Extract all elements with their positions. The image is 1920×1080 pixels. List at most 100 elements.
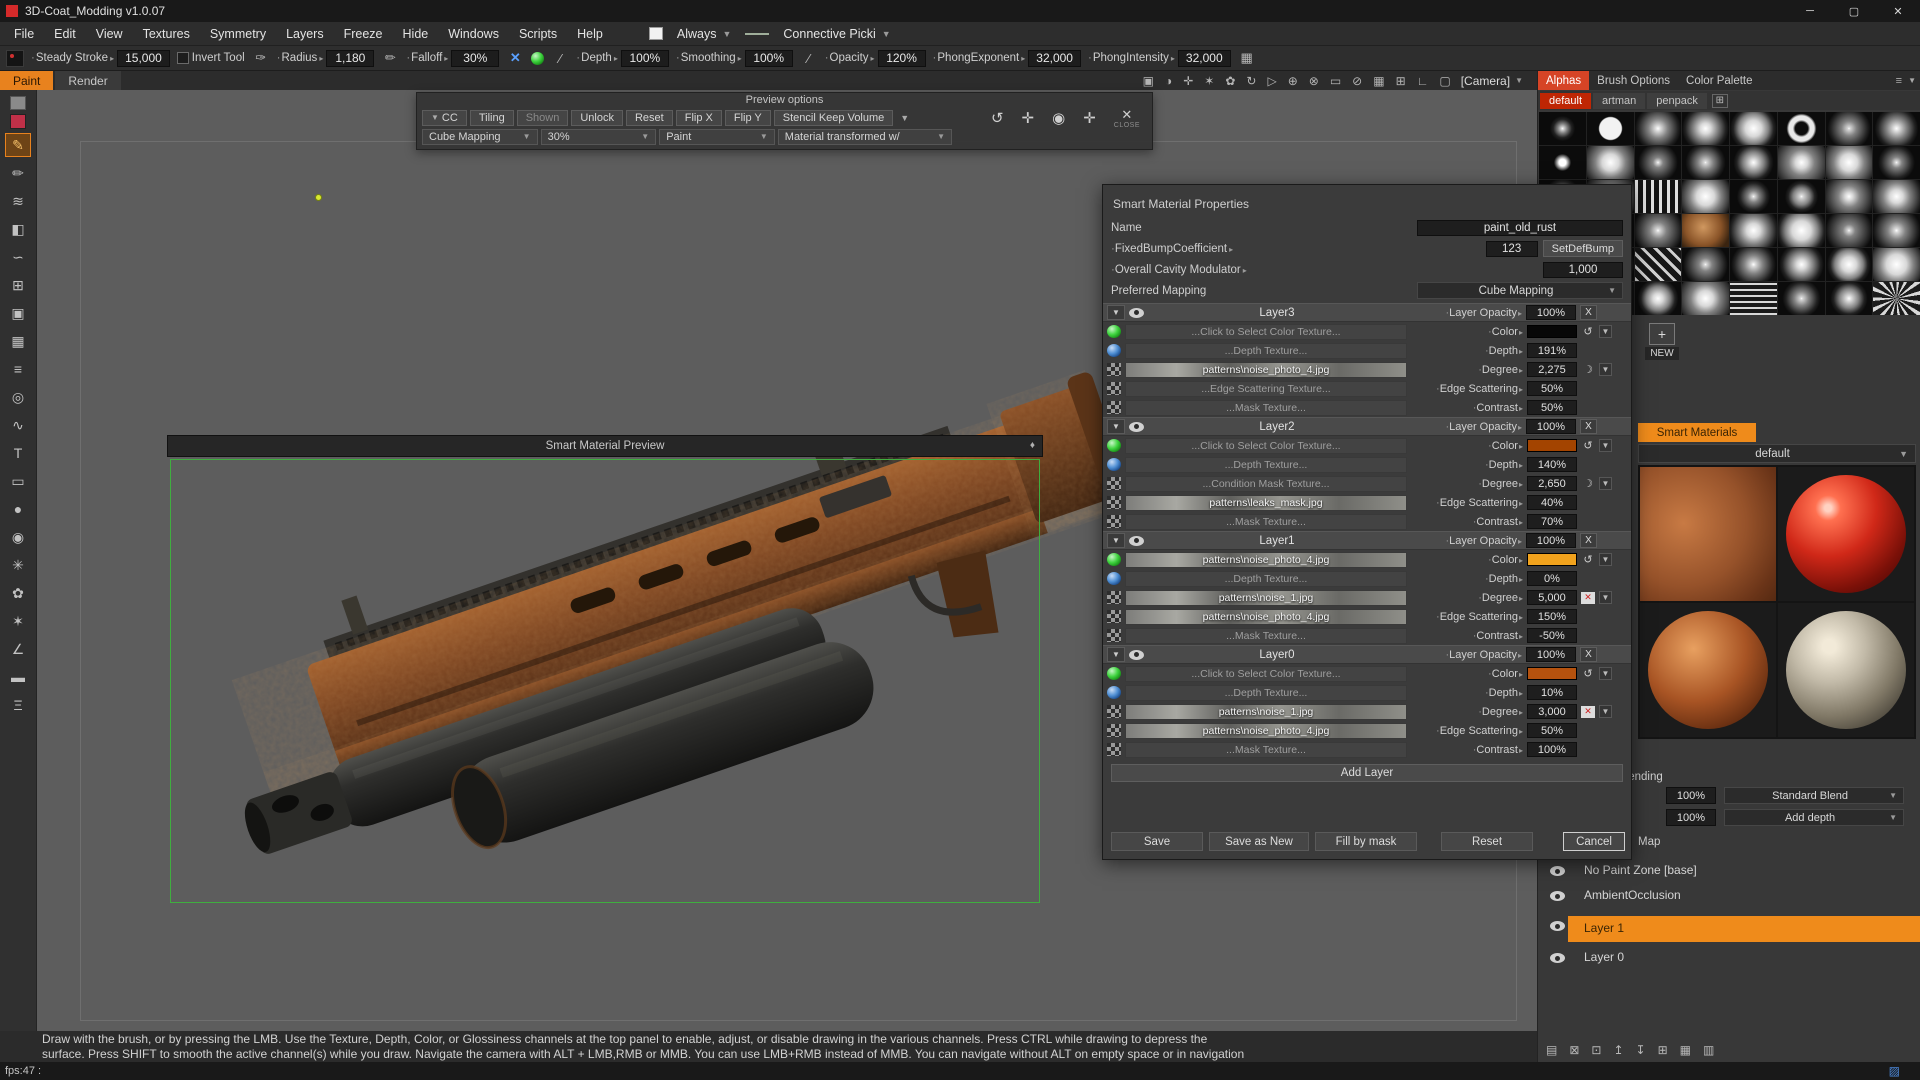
delete-layer-icon[interactable]: X (1580, 647, 1597, 662)
texture-thumbnail[interactable]: patterns\noise_1.jpg (1125, 703, 1407, 720)
ribbon-tool[interactable]: ✿ (5, 581, 31, 605)
green-sphere-icon[interactable] (531, 51, 545, 65)
depth-value[interactable]: 10% (1527, 685, 1577, 700)
current-alpha-chip[interactable] (10, 96, 26, 110)
menu-item-freeze[interactable]: Freeze (334, 24, 393, 44)
alpha-thumbnail[interactable] (1682, 180, 1729, 213)
degree-value[interactable]: 2,275 (1527, 362, 1577, 377)
texture-slot[interactable]: ...Depth Texture... (1125, 570, 1407, 587)
alpha-thumbnail[interactable] (1777, 282, 1825, 315)
alpha-thumbnail[interactable] (1634, 112, 1682, 145)
alpha-thumbnail[interactable] (1682, 248, 1729, 281)
zoom-icon[interactable]: ⊕ (1288, 74, 1298, 88)
cube-mapping-dropdown[interactable]: Cube Mapping ▼ (422, 128, 538, 145)
layer-opacity-value[interactable]: 100% (1526, 419, 1576, 434)
texture-thumbnail[interactable]: patterns\noise_photo_4.jpg (1125, 551, 1407, 568)
multiply-icon[interactable]: ⊗ (1309, 74, 1319, 88)
menu-item-windows[interactable]: Windows (438, 24, 509, 44)
depth-value[interactable]: 191% (1527, 343, 1577, 358)
alpha-thumbnail[interactable] (1825, 248, 1873, 281)
color-swatch[interactable] (1527, 553, 1577, 566)
dropdown-icon[interactable]: ▼ (1599, 591, 1612, 604)
material-name-field[interactable]: paint_old_rust (1417, 219, 1623, 236)
new-alpha-button[interactable]: + NEW (1640, 323, 1684, 360)
dock-tab-alphas[interactable]: Alphas (1538, 71, 1590, 90)
clay-sphere-material[interactable] (1778, 603, 1914, 737)
collapse-icon[interactable]: ▼ (1107, 305, 1125, 320)
color-swatch[interactable] (1527, 439, 1577, 452)
delete-layer-icon[interactable]: ⊠ (1569, 1043, 1579, 1057)
smudge-tool[interactable]: ∽ (5, 245, 31, 269)
dropdown-icon[interactable]: ▼ (1599, 705, 1612, 718)
camera-select[interactable]: [Camera] ▼ (1461, 71, 1537, 90)
minimize-button[interactable]: ─ (1788, 0, 1832, 22)
move-icon[interactable]: ✛ (1022, 109, 1035, 127)
curve-tool[interactable]: ∿ (5, 413, 31, 437)
rotate-view-icon[interactable]: ↻ (1246, 74, 1256, 88)
phongintensity-value[interactable]: 32,000 (1177, 49, 1231, 67)
roller-tool[interactable]: ▬ (5, 665, 31, 689)
texture-slot[interactable]: ...Click to Select Color Texture... (1125, 437, 1407, 454)
blob-tool[interactable]: ● (5, 497, 31, 521)
tiling-button[interactable]: Tiling (469, 109, 514, 126)
remove-texture-icon[interactable]: ✕ (1581, 705, 1595, 718)
alpha-thumbnail[interactable] (1730, 112, 1777, 145)
pan-icon[interactable]: ✛ (1083, 109, 1096, 127)
delete-layer-icon[interactable]: X (1580, 533, 1597, 548)
alpha-thumbnail[interactable] (1634, 248, 1682, 281)
alpha-thumbnail[interactable] (1682, 282, 1729, 315)
texture-slot[interactable]: ...Click to Select Color Texture... (1125, 665, 1407, 682)
alpha-thumbnail[interactable] (1777, 146, 1825, 179)
edge-scattering-value[interactable]: 50% (1527, 381, 1577, 396)
contrast-value[interactable]: -50% (1527, 628, 1577, 643)
save-as-new-button[interactable]: Save as New (1209, 832, 1309, 851)
stencil-preview-icon[interactable] (648, 27, 663, 40)
30-dropdown[interactable]: 30% ▼ (540, 128, 657, 145)
add-layer-button[interactable]: Add Layer (1111, 764, 1623, 782)
move-down-icon[interactable]: ↧ (1636, 1043, 1646, 1057)
color-swatch[interactable] (10, 114, 26, 129)
alpha-thumbnail[interactable] (1873, 112, 1920, 145)
alpha-thumbnail[interactable] (1730, 214, 1777, 247)
depth-value[interactable]: 0% (1527, 571, 1577, 586)
menu-item-file[interactable]: File (4, 24, 44, 44)
texture-slot[interactable]: ...Depth Texture... (1125, 684, 1407, 701)
visibility-icon[interactable] (1550, 921, 1565, 931)
curve-profile-icon[interactable]: ☽ (1581, 477, 1595, 490)
preferred-mapping-dropdown[interactable]: Cube Mapping ▼ (1417, 282, 1623, 299)
falloff-value[interactable]: 30% (451, 49, 500, 67)
edge-scattering-value[interactable]: 150% (1527, 609, 1577, 624)
menu-item-layers[interactable]: Layers (276, 24, 334, 44)
fill-by-mask-button[interactable]: Fill by mask (1315, 832, 1417, 851)
cancel-button[interactable]: Cancel (1563, 832, 1625, 851)
texture-thumbnail[interactable]: patterns\leaks_mask.jpg (1125, 494, 1407, 511)
axis-icon[interactable]: ∟ (1417, 74, 1429, 88)
texture-thumbnail[interactable]: patterns\noise_photo_4.jpg (1125, 361, 1407, 378)
alpha-thumbnail[interactable] (1873, 248, 1920, 281)
alpha-thumbnail[interactable] (1586, 146, 1634, 179)
layer-stack-item-ambientocclusion[interactable]: AmbientOcclusion (1538, 886, 1920, 906)
alpha-thumbnail[interactable] (1634, 214, 1682, 247)
pin-icon[interactable]: ♦ (1030, 440, 1035, 451)
texture-slot[interactable]: ...Depth Texture... (1125, 456, 1407, 473)
rust-closeup-material[interactable] (1640, 467, 1776, 601)
always-dropdown[interactable]: Always ▼ (677, 27, 732, 41)
visibility-icon[interactable] (1129, 307, 1144, 318)
dropdown-icon[interactable]: ▼ (1599, 553, 1612, 566)
tab-render[interactable]: Render (55, 71, 121, 90)
reset-color-icon[interactable]: ↺ (1581, 553, 1595, 566)
dropdown-icon[interactable]: ▼ (1599, 363, 1612, 376)
collapse-icon[interactable]: ▼ (1107, 419, 1125, 434)
alpha-thumbnail[interactable] (1873, 180, 1920, 213)
duplicate-layer-icon[interactable]: ⊡ (1591, 1043, 1601, 1057)
dock-tab-color-palette[interactable]: Color Palette (1678, 71, 1760, 90)
texture-thumbnail[interactable]: patterns\noise_photo_4.jpg (1125, 722, 1407, 739)
visibility-icon[interactable] (1129, 535, 1144, 546)
export-layer-icon[interactable]: ▦ (1680, 1043, 1691, 1057)
menu-item-edit[interactable]: Edit (44, 24, 86, 44)
snap-grid-icon[interactable]: ⊞ (1396, 74, 1406, 88)
rect-tool[interactable]: ▭ (5, 469, 31, 493)
alpha-thumbnail[interactable] (1586, 112, 1634, 145)
alpha-thumbnail[interactable] (1539, 146, 1586, 179)
airbrush-tool[interactable]: ≋ (5, 189, 31, 213)
